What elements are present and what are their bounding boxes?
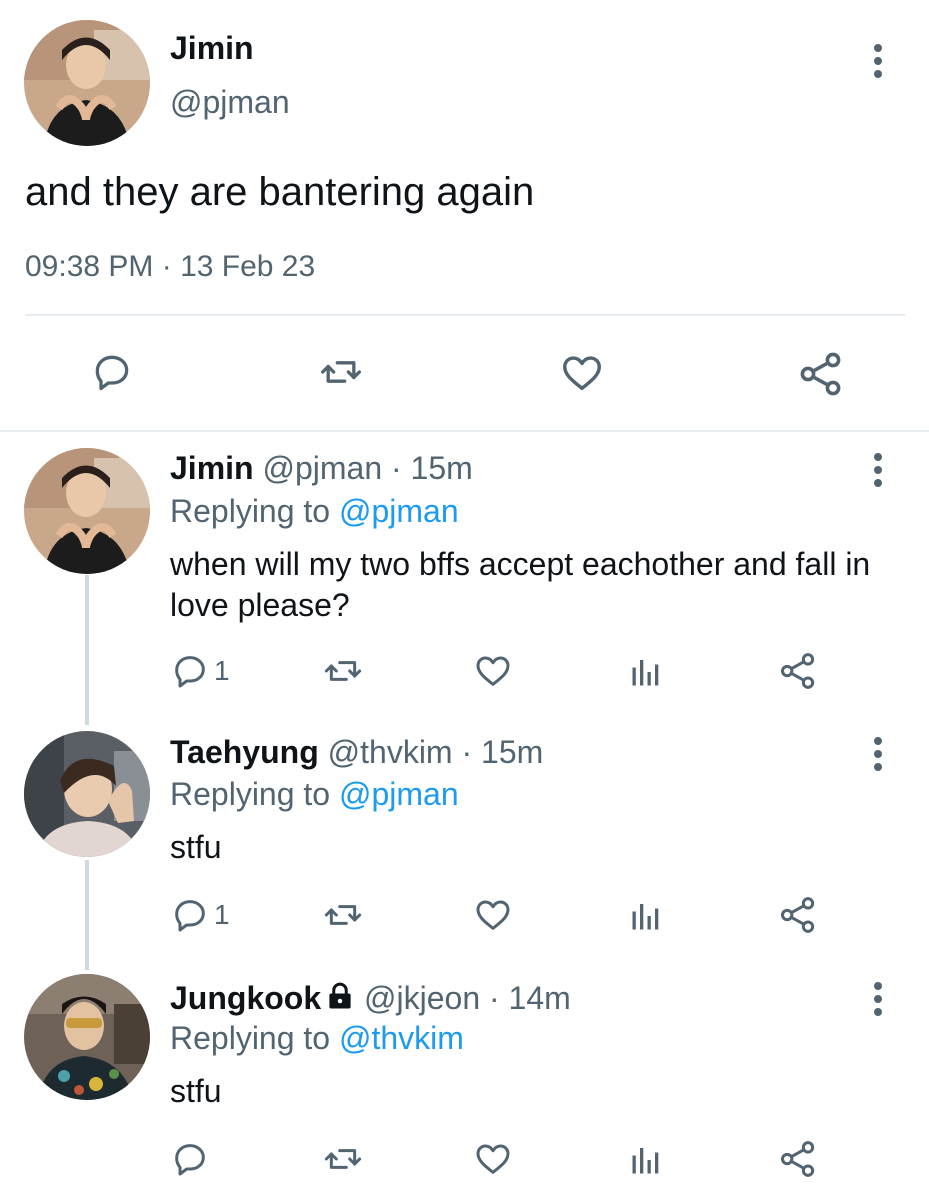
share-icon bbox=[781, 1141, 815, 1177]
avatar-jimin-main[interactable] bbox=[24, 20, 150, 146]
thread-line bbox=[85, 575, 89, 725]
avatar-jungkook[interactable] bbox=[24, 974, 150, 1100]
reply-button[interactable] bbox=[170, 1139, 214, 1179]
main-tweet-more-icon[interactable] bbox=[872, 44, 882, 80]
share-button[interactable] bbox=[778, 895, 818, 935]
reply-author-handle[interactable]: @jkjeon bbox=[364, 980, 480, 1016]
retweet-icon bbox=[321, 361, 361, 383]
retweet-button[interactable] bbox=[322, 651, 364, 691]
reply-button[interactable] bbox=[90, 350, 134, 394]
reply-text: stfu bbox=[170, 1073, 222, 1109]
reply-time[interactable]: · 14m bbox=[489, 980, 571, 1016]
avatar-image bbox=[24, 974, 150, 1100]
like-icon bbox=[476, 656, 510, 686]
like-button[interactable] bbox=[472, 895, 514, 935]
like-button[interactable] bbox=[472, 651, 514, 691]
reply-icon bbox=[175, 1144, 205, 1176]
like-icon bbox=[476, 900, 510, 930]
reply-icon bbox=[95, 355, 129, 391]
replying-to: Replying to @pjman bbox=[170, 493, 459, 530]
avatar-image bbox=[24, 731, 150, 857]
avatar-taehyung[interactable] bbox=[24, 731, 150, 857]
retweet-button[interactable] bbox=[322, 1139, 364, 1179]
reply-header: Jungkook @jkjeon · 14m bbox=[170, 980, 571, 1017]
retweet-icon bbox=[324, 1149, 362, 1169]
replying-to-label: Replying to bbox=[170, 776, 331, 812]
reply-text: when will my two bffs accept eachother a… bbox=[170, 546, 871, 623]
retweet-icon bbox=[324, 661, 362, 681]
like-icon bbox=[476, 1144, 510, 1174]
reply-author-name[interactable]: Jimin bbox=[170, 450, 254, 486]
reply-header: Jimin @pjman · 15m bbox=[170, 450, 473, 487]
reply-more-icon[interactable] bbox=[872, 453, 882, 489]
replying-to-mention[interactable]: @thvkim bbox=[339, 1020, 464, 1056]
replying-to: Replying to @thvkim bbox=[170, 1020, 464, 1057]
reply-more-icon[interactable] bbox=[872, 982, 882, 1018]
reply-time[interactable]: · 15m bbox=[461, 734, 543, 770]
reply-icon bbox=[175, 656, 205, 688]
reply-author-name[interactable]: Taehyung bbox=[170, 734, 319, 770]
retweet-button[interactable] bbox=[322, 895, 364, 935]
reply-time[interactable]: · 15m bbox=[391, 450, 473, 486]
replying-to: Replying to @pjman bbox=[170, 776, 459, 813]
avatar-image bbox=[24, 448, 150, 574]
main-tweet-author-handle[interactable]: @pjman bbox=[170, 84, 290, 121]
share-icon bbox=[781, 653, 815, 689]
analytics-icon bbox=[632, 660, 659, 686]
share-button[interactable] bbox=[797, 350, 845, 398]
reply-icon bbox=[175, 900, 205, 932]
replying-to-mention[interactable]: @pjman bbox=[339, 776, 459, 812]
replying-to-label: Replying to bbox=[170, 493, 331, 529]
retweet-icon bbox=[324, 905, 362, 925]
retweet-button[interactable] bbox=[318, 350, 364, 394]
thread-line bbox=[85, 860, 89, 970]
divider bbox=[25, 314, 905, 316]
share-button[interactable] bbox=[778, 1139, 818, 1179]
like-button[interactable] bbox=[558, 350, 606, 396]
lock-icon bbox=[329, 982, 351, 1009]
reply-more-icon[interactable] bbox=[872, 737, 882, 773]
reply-button[interactable]: 1 bbox=[170, 651, 230, 691]
reply-author-handle[interactable]: @pjman bbox=[262, 450, 382, 486]
reply-button[interactable]: 1 bbox=[170, 895, 230, 935]
replying-to-mention[interactable]: @pjman bbox=[339, 493, 459, 529]
divider bbox=[0, 430, 929, 432]
reply-text: stfu bbox=[170, 829, 222, 865]
analytics-button[interactable] bbox=[628, 897, 664, 935]
replying-to-label: Replying to bbox=[170, 1020, 331, 1056]
main-tweet-text: and they are bantering again bbox=[25, 170, 535, 214]
like-icon bbox=[563, 356, 601, 391]
reply-count: 1 bbox=[214, 655, 230, 686]
reply-author-name[interactable]: Jungkook bbox=[170, 980, 321, 1016]
avatar-image bbox=[24, 20, 150, 146]
share-icon bbox=[781, 897, 815, 933]
share-button[interactable] bbox=[778, 651, 818, 691]
main-tweet-timestamp[interactable]: 09:38 PM · 13 Feb 23 bbox=[25, 250, 315, 284]
analytics-icon bbox=[632, 904, 659, 930]
analytics-button[interactable] bbox=[628, 653, 664, 691]
reply-author-handle[interactable]: @thvkim bbox=[328, 734, 453, 770]
main-tweet-author-name[interactable]: Jimin bbox=[170, 30, 254, 67]
reply-header: Taehyung @thvkim · 15m bbox=[170, 734, 543, 771]
share-icon bbox=[800, 352, 841, 396]
like-button[interactable] bbox=[472, 1139, 514, 1179]
analytics-button[interactable] bbox=[628, 1141, 664, 1179]
reply-count: 1 bbox=[214, 899, 230, 930]
avatar-jimin[interactable] bbox=[24, 448, 150, 574]
analytics-icon bbox=[632, 1148, 659, 1174]
